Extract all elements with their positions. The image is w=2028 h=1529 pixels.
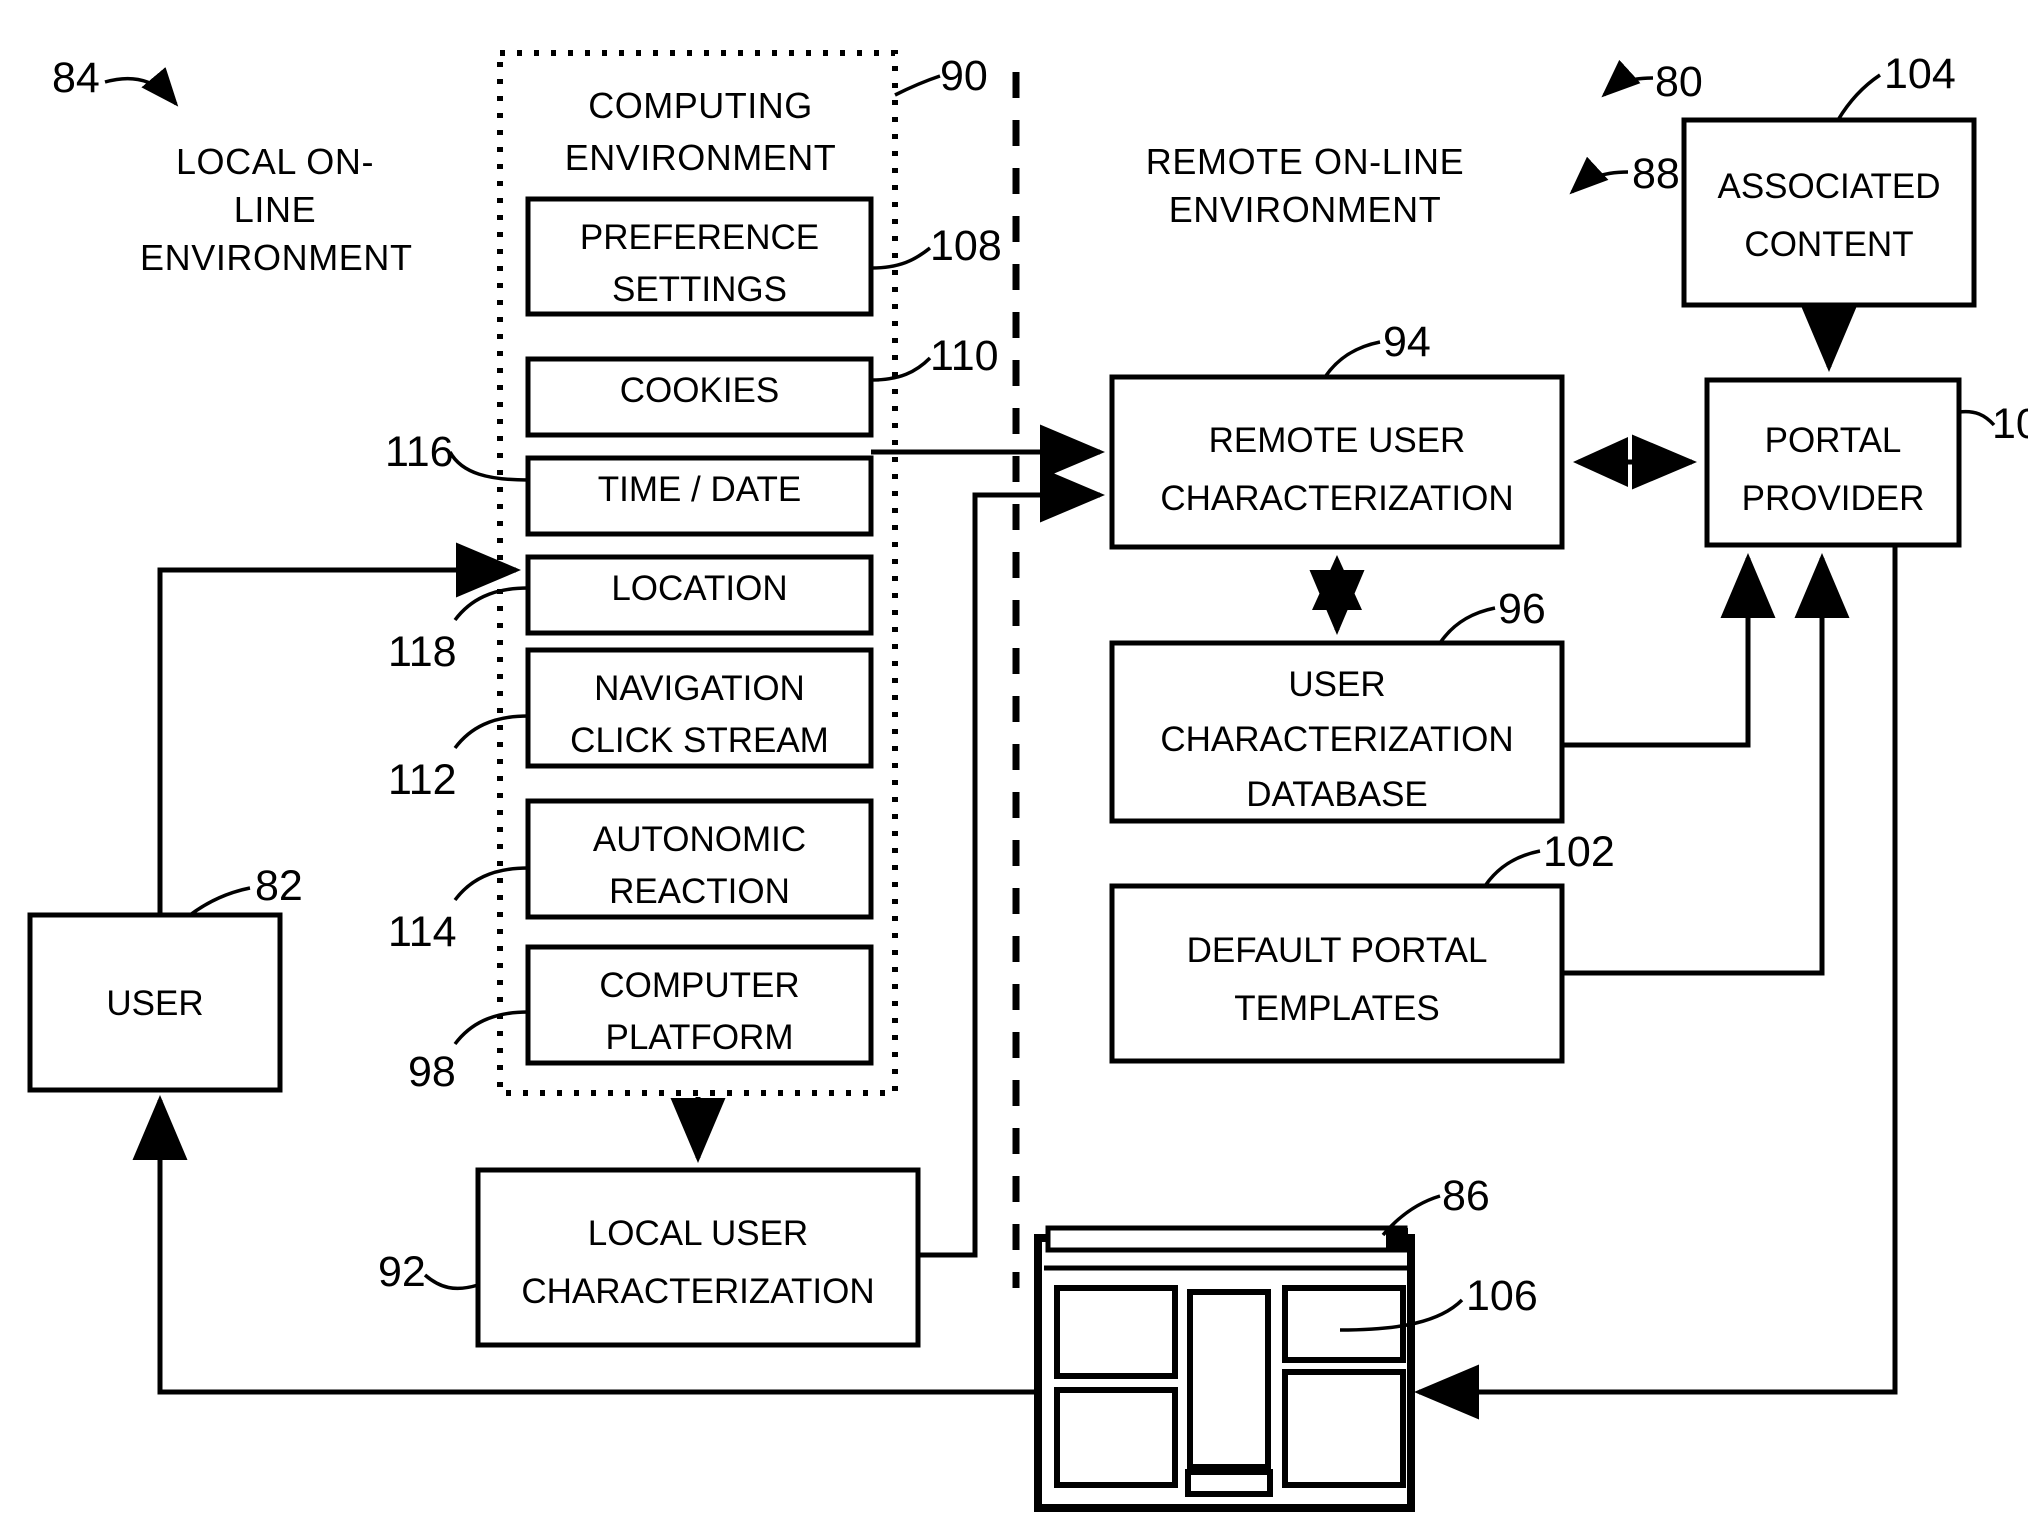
block-time-date: TIME / DATE xyxy=(528,470,871,510)
computing-environment-title: COMPUTING ENVIRONMENT xyxy=(528,80,873,184)
cookies-label: COOKIES xyxy=(619,371,780,410)
block-portal-provider: PORTAL PROVIDER xyxy=(1700,412,1966,528)
local-env-line2: ENVIRONMENT xyxy=(140,237,413,278)
block-autonomic-reaction: AUTONOMIC REACTION xyxy=(528,814,871,918)
ref-100: 100 xyxy=(1992,400,2028,448)
ref-96: 96 xyxy=(1498,585,1546,633)
autonomic-line2: REACTION xyxy=(609,872,790,911)
associated-content-line2: CONTENT xyxy=(1744,225,1914,264)
block-location: LOCATION xyxy=(528,569,871,609)
computer-platform-line2: PLATFORM xyxy=(605,1018,794,1057)
portal-provider-line2: PROVIDER xyxy=(1741,479,1925,518)
autonomic-line1: AUTONOMIC xyxy=(592,820,807,859)
ref-110: 110 xyxy=(930,332,999,380)
navigation-line1: NAVIGATION xyxy=(594,669,805,708)
block-preference-settings: PREFERENCE SETTINGS xyxy=(528,212,871,316)
associated-content-line1: ASSOCIATED xyxy=(1717,167,1941,206)
block-associated-content: ASSOCIATED CONTENT xyxy=(1684,158,1974,274)
ref-92: 92 xyxy=(378,1248,426,1296)
ref-88: 88 xyxy=(1632,150,1680,198)
computing-env-line1: COMPUTING xyxy=(588,85,813,126)
ref-114: 114 xyxy=(388,908,457,956)
location-label: LOCATION xyxy=(611,569,788,608)
navigation-line2: CLICK STREAM xyxy=(570,721,829,760)
ref-112: 112 xyxy=(388,756,457,804)
block-navigation-click-stream: NAVIGATION CLICK STREAM xyxy=(528,663,871,767)
ref-82: 82 xyxy=(255,862,303,910)
user-char-db-line1: USER xyxy=(1288,665,1386,704)
block-default-portal-templates: DEFAULT PORTAL TEMPLATES xyxy=(1105,922,1569,1038)
ref-80: 80 xyxy=(1655,58,1703,106)
ref-104: 104 xyxy=(1884,50,1956,98)
remote-user-char-line2: CHARACTERIZATION xyxy=(1160,479,1514,518)
computing-env-line2: ENVIRONMENT xyxy=(564,137,837,178)
remote-user-char-line1: REMOTE USER xyxy=(1208,421,1466,460)
portal-provider-line1: PORTAL xyxy=(1764,421,1902,460)
ref-116: 116 xyxy=(385,428,454,476)
user-label: USER xyxy=(106,984,204,1023)
ref-90: 90 xyxy=(940,52,988,100)
user-char-db-line2: CHARACTERIZATION xyxy=(1160,720,1514,759)
remote-environment-label: REMOTE ON-LINE ENVIRONMENT xyxy=(1140,138,1470,234)
ref-118: 118 xyxy=(388,628,457,676)
block-user: USER xyxy=(30,984,280,1024)
ref-102: 102 xyxy=(1543,828,1615,876)
user-char-db-line3: DATABASE xyxy=(1246,775,1428,814)
ref-108: 108 xyxy=(930,222,1002,270)
preference-settings-line1: PREFERENCE xyxy=(579,218,820,257)
local-environment-label: LOCAL ON-LINE ENVIRONMENT xyxy=(140,138,413,282)
block-computer-platform: COMPUTER PLATFORM xyxy=(528,960,871,1064)
default-portal-line1: DEFAULT PORTAL xyxy=(1186,931,1488,970)
ref-98: 98 xyxy=(408,1048,456,1096)
preference-settings-line2: SETTINGS xyxy=(611,270,788,309)
ref-84: 84 xyxy=(52,54,100,102)
computer-platform-line1: COMPUTER xyxy=(599,966,800,1005)
ref-94: 94 xyxy=(1383,318,1431,366)
default-portal-line2: TEMPLATES xyxy=(1234,989,1440,1028)
block-local-user-characterization: LOCAL USER CHARACTERIZATION xyxy=(470,1205,926,1321)
remote-env-line2: ENVIRONMENT xyxy=(1168,189,1442,230)
ref-86: 86 xyxy=(1442,1172,1490,1220)
block-user-characterization-database: USER CHARACTERIZATION DATABASE xyxy=(1105,657,1569,822)
time-date-label: TIME / DATE xyxy=(597,470,802,509)
remote-env-line1: REMOTE ON-LINE xyxy=(1145,141,1465,182)
local-user-char-line1: LOCAL USER xyxy=(587,1214,809,1253)
local-env-line1: LOCAL ON-LINE xyxy=(175,141,375,230)
block-remote-user-characterization: REMOTE USER CHARACTERIZATION xyxy=(1105,412,1569,528)
block-cookies: COOKIES xyxy=(528,371,871,411)
ref-106: 106 xyxy=(1466,1272,1538,1320)
local-user-char-line2: CHARACTERIZATION xyxy=(521,1272,875,1311)
figure-canvas: 84 LOCAL ON-LINE ENVIRONMENT COMPUTING E… xyxy=(0,0,2028,1529)
